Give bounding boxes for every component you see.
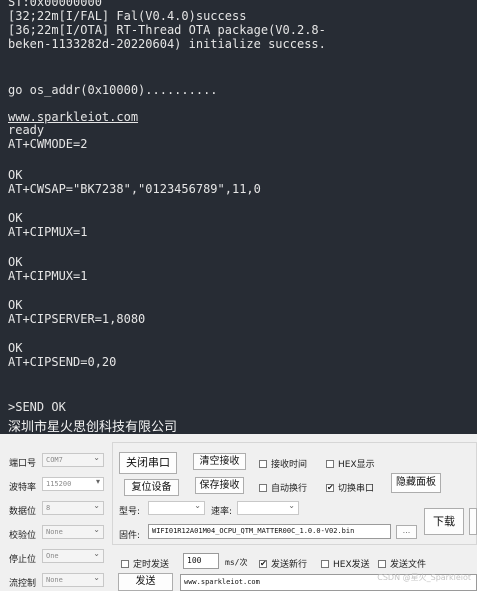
timed-send-label: 定时发送 — [133, 560, 170, 570]
clear-recv-button[interactable]: 清空接收 — [193, 453, 246, 470]
baud-select[interactable]: 115200 ▾ — [42, 477, 104, 491]
send-button[interactable]: 发送 — [118, 573, 173, 591]
model-label: 型号: — [119, 507, 141, 517]
speed-label: 速率: — [211, 507, 233, 517]
hex-display-checkbox[interactable]: HEX显示 — [326, 457, 375, 470]
checkbox-box — [326, 459, 334, 468]
terminal-line: AT+CIPSERVER=1,8080 — [8, 312, 146, 326]
terminal-line: OK — [8, 298, 23, 312]
chevron-down-icon: ⌄ — [93, 549, 100, 558]
reset-device-button[interactable]: 复位设备 — [124, 479, 179, 496]
auto-wrap-label: 自动换行 — [271, 484, 308, 494]
auto-wrap-checkbox[interactable]: 自动换行 — [259, 481, 307, 494]
baud-value: 115200 — [46, 480, 72, 488]
extra-button[interactable] — [469, 508, 477, 535]
recv-time-label: 接收时间 — [271, 460, 308, 470]
stopbits-label: 停止位 — [9, 555, 37, 565]
port-value: COM7 — [46, 456, 63, 464]
hex-display-label: HEX显示 — [338, 460, 375, 470]
chevron-down-icon: ⌄ — [93, 525, 100, 534]
terminal-line: OK — [8, 341, 23, 355]
firmware-label: 固件: — [119, 531, 141, 541]
checkbox-box — [378, 559, 386, 568]
terminal-line: beken-1133282d-20220604) initialize succ… — [8, 37, 326, 51]
terminal-line: OK — [8, 211, 23, 225]
parity-value: None — [46, 528, 63, 536]
terminal-line: ready — [8, 123, 45, 137]
chevron-down-icon: ⌄ — [93, 573, 100, 582]
terminal-line: OK — [8, 168, 23, 182]
save-recv-button[interactable]: 保存接收 — [195, 477, 244, 494]
terminal-line: [36;22m[I/OTA] RT-Thread OTA package(V0.… — [8, 23, 326, 37]
switch-port-label: 切换串口 — [338, 484, 375, 494]
recv-time-checkbox[interactable]: 接收时间 — [259, 457, 307, 470]
close-port-button[interactable]: 关闭串口 — [119, 452, 177, 474]
chevron-down-icon: ⌄ — [194, 501, 201, 510]
interval-input[interactable]: 100 — [183, 553, 219, 569]
hex-send-checkbox[interactable]: HEX发送 — [321, 557, 370, 570]
databits-select[interactable]: 8 ⌄ — [42, 501, 104, 515]
terminal-line: AT+CWMODE=2 — [8, 137, 88, 151]
terminal-line: [32;22m[I/FAL] Fal(V0.4.0)success — [8, 9, 247, 23]
flow-label: 流控制 — [9, 579, 37, 589]
terminal-line: AT+CWSAP="BK7238","0123456789",11,0 — [8, 182, 261, 196]
firmware-path-field[interactable]: WIFI01R12A01M04_OCPU_QTM_MATTER00C_1.0.0… — [148, 524, 391, 539]
checkbox-box — [321, 559, 329, 568]
terminal-line: AT+CIPSEND=0,20 — [8, 355, 117, 369]
chevron-down-icon: ⌄ — [288, 501, 295, 510]
chevron-down-icon: ▾ — [95, 477, 100, 486]
databits-value: 8 — [46, 504, 51, 512]
speed-select[interactable]: ⌄ — [237, 501, 299, 515]
baud-label: 波特率 — [9, 483, 37, 493]
stopbits-value: One — [46, 552, 59, 560]
hex-send-label: HEX发送 — [333, 560, 370, 570]
send-newline-label: 发送新行 — [271, 560, 308, 570]
chevron-down-icon: ⌄ — [93, 453, 100, 462]
checkbox-box — [121, 559, 129, 568]
terminal-line: go os_addr(0x10000).......... — [8, 83, 218, 97]
terminal-line: >SEND OK — [8, 400, 66, 414]
model-select[interactable]: ⌄ — [148, 501, 205, 515]
parity-select[interactable]: None ⌄ — [42, 525, 104, 539]
databits-label: 数据位 — [9, 507, 37, 517]
stopbits-select[interactable]: One ⌄ — [42, 549, 104, 563]
send-file-checkbox[interactable]: 发送文件 — [378, 557, 426, 570]
flow-value: None — [46, 576, 63, 584]
download-button[interactable]: 下载 — [424, 508, 464, 535]
chevron-down-icon: ⌄ — [93, 501, 100, 510]
browse-button[interactable]: ... — [396, 525, 417, 539]
hide-panel-button[interactable]: 隐藏面板 — [391, 473, 441, 493]
watermark: CSDN @星火_Sparkleiot — [377, 573, 471, 582]
checkbox-box — [259, 459, 267, 468]
send-file-label: 发送文件 — [390, 560, 427, 570]
terminal-line: OK — [8, 255, 23, 269]
terminal-line: AT+CIPMUX=1 — [8, 225, 88, 239]
checkmark-icon: ✔ — [326, 482, 334, 492]
interval-unit: ms/次 — [225, 558, 248, 567]
checkbox-box — [259, 483, 267, 492]
terminal-line: ST:0x00000000 — [8, 0, 102, 9]
company-banner: 深圳市星火思创科技有限公司 — [8, 420, 178, 434]
port-select[interactable]: COM7 ⌄ — [42, 453, 104, 467]
terminal-output[interactable]: ST:0x00000000 [32;22m[I/FAL] Fal(V0.4.0)… — [0, 0, 477, 434]
parity-label: 校验位 — [9, 531, 37, 541]
send-newline-checkbox[interactable]: ✔ 发送新行 — [259, 557, 307, 570]
port-label: 端口号 — [9, 459, 37, 469]
checkmark-icon: ✔ — [259, 558, 267, 568]
terminal-line: AT+CIPMUX=1 — [8, 269, 88, 283]
flow-select[interactable]: None ⌄ — [42, 573, 104, 587]
switch-port-checkbox[interactable]: ✔ 切换串口 — [326, 481, 374, 494]
timed-send-checkbox[interactable]: 定时发送 — [121, 557, 169, 570]
